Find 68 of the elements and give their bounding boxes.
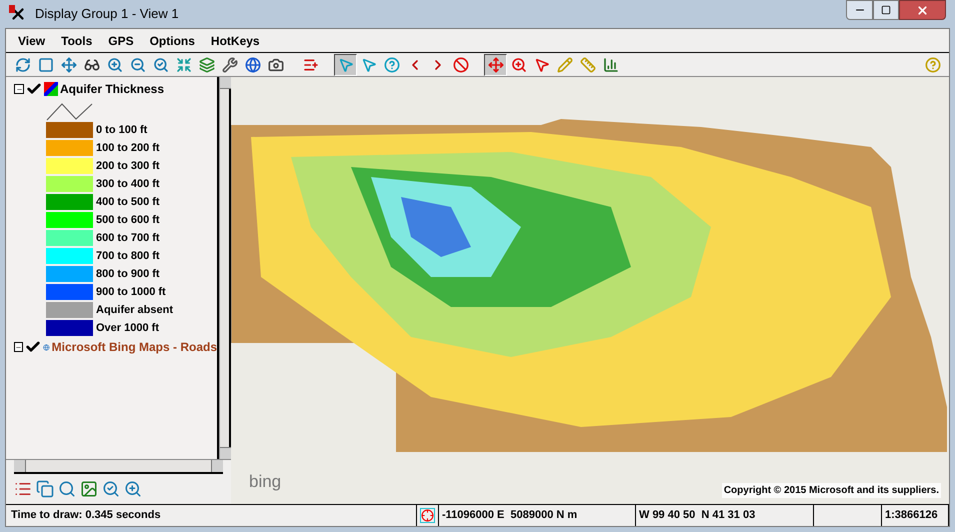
zoom-icon [152,56,168,72]
question-pointer-icon [384,56,400,72]
copyright-text: Copyright © 2015 Microsoft and its suppliers. [722,483,941,498]
copy-icon[interactable] [36,480,54,498]
layers-icon [198,56,214,72]
bing-logo: bing [249,470,282,492]
collapse-toggle[interactable] [14,342,23,352]
crosshair-icon[interactable] [420,508,435,523]
zoom-in-icon [106,56,122,72]
no-sign-icon [452,56,468,72]
menu-item[interactable]: HotKeys [210,32,260,50]
pointer-icon [360,56,376,72]
map-scale: 1:3866126 [881,505,949,526]
zoom-icon[interactable] [102,480,120,498]
horizontal-scrollbar[interactable] [14,460,223,474]
legend-label: 100 to 200 ft [96,140,160,156]
square-icon [38,56,54,72]
picture-icon[interactable] [80,480,98,498]
legend-label: 0 to 100 ft [96,122,148,138]
close-button[interactable] [899,0,946,20]
menu-item[interactable]: GPS [108,32,134,50]
menu-item[interactable]: Tools [61,32,92,50]
legend-label: 300 to 400 ft [96,176,160,192]
legend-label: 800 to 900 ft [96,266,160,282]
projected-coordinates: -11096000 E 5089000 N m [438,505,635,526]
help-icon [924,56,940,72]
maximize-icon [881,5,891,15]
geographic-coordinates: W 99 40 50 N 41 31 03 [635,505,813,526]
menu-item[interactable]: Options [150,32,195,50]
maximize-button[interactable] [873,0,899,20]
legend-label: 600 to 700 ft [96,230,160,246]
globe-icon [244,56,260,72]
search-icon[interactable] [58,480,76,498]
camera-icon [268,56,284,72]
move-arrows-icon [60,56,76,72]
raster-layer-icon [44,82,58,96]
zoom-out-icon [130,56,146,72]
chart-icon [602,56,618,72]
layer-name[interactable]: Microsoft Bing Maps - Roads [52,338,217,356]
toolbar-button[interactable] [484,54,507,76]
arrows-in-icon [176,56,192,72]
legend-label: Over 1000 ft [96,320,159,336]
vertical-scrollbar[interactable] [219,77,231,459]
legend-label: 200 to 300 ft [96,158,160,174]
layer-name[interactable]: Aquifer Thickness [60,80,164,98]
ruler-icon [580,56,596,72]
map-view[interactable]: bing Copyright © 2015 Microsoft and its suppliers. [231,77,949,504]
pan-arrows-icon [488,56,504,72]
pointer-icon [534,56,550,72]
refresh-icon [14,56,30,72]
collapse-toggle[interactable] [14,84,24,94]
pencil-icon [556,56,572,72]
menu-item[interactable]: View [18,32,46,50]
zoom-in-icon [510,56,526,72]
window-title: Display Group 1 - View 1 [35,5,179,24]
wrench-icon [222,56,238,72]
pointer-icon [338,56,354,72]
legend-label: 700 to 800 ft [96,248,160,264]
zoom-in-icon[interactable] [124,480,142,498]
legend-label: 900 to 1000 ft [96,284,166,300]
toolbar-button[interactable] [334,54,357,76]
list-icon[interactable] [14,480,32,498]
legend-label: 500 to 600 ft [96,212,160,228]
status-message: Time to draw: 0.345 seconds [10,508,162,524]
legend-label: 400 to 500 ft [96,194,160,210]
legend-label: Aquifer absent [96,302,174,318]
add-layer-icon [302,56,318,72]
close-icon [916,4,929,16]
